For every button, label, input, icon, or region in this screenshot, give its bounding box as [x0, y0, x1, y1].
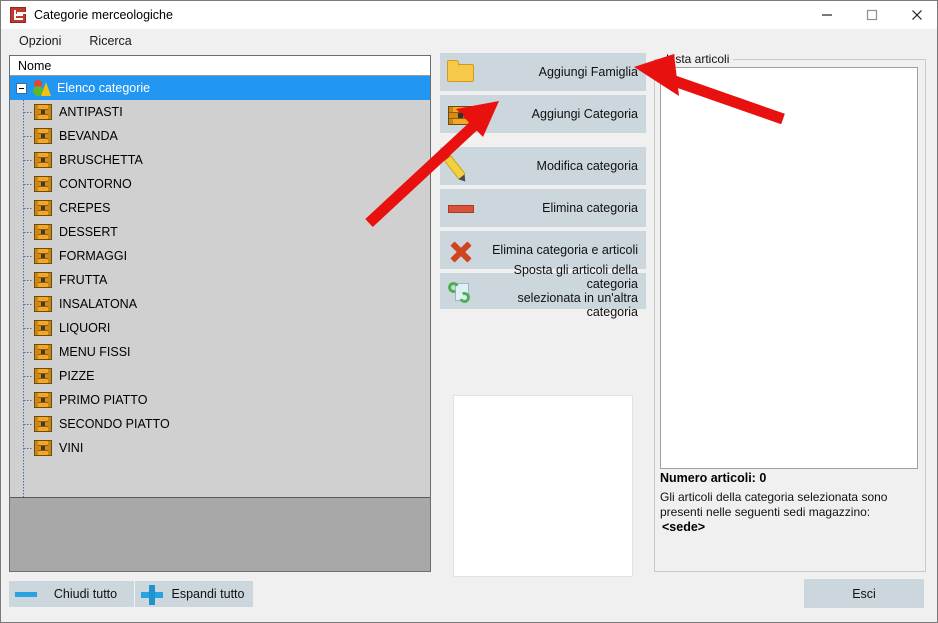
chiudi-tutto-button[interactable]: Chiudi tutto: [9, 581, 134, 607]
tree-item-bevanda[interactable]: BEVANDA: [10, 124, 430, 148]
tree-item-label: PIZZE: [59, 369, 95, 383]
app-icon: [10, 7, 26, 23]
action-button-column: Aggiungi Famiglia Aggiungi Categoria Mod…: [440, 53, 646, 319]
minus-icon: [9, 581, 43, 607]
tree-item-contorno[interactable]: CONTORNO: [10, 172, 430, 196]
red-x-icon: [444, 235, 478, 265]
chest-icon: [444, 99, 478, 129]
tree-item-label: INSALATONA: [59, 297, 138, 311]
esci-button[interactable]: Esci: [804, 579, 924, 608]
tree-item-label: ANTIPASTI: [59, 105, 123, 119]
chiudi-tutto-label: Chiudi tutto: [53, 587, 118, 601]
menu-bar: Opzioni Ricerca: [1, 29, 937, 53]
tree-item-crepes[interactable]: CREPES: [10, 196, 430, 220]
chest-icon: [34, 104, 52, 120]
sedi-description: Gli articoli della categoria selezionata…: [660, 490, 888, 519]
tree-item-label: MENU FISSI: [59, 345, 131, 359]
menu-item-opzioni[interactable]: Opzioni: [15, 32, 71, 50]
chest-icon: [34, 200, 52, 216]
chest-icon: [34, 392, 52, 408]
minimize-icon[interactable]: [804, 1, 849, 29]
chest-icon: [34, 416, 52, 432]
sposta-articoli-line2: selezionata in un'altra categoria: [517, 291, 638, 319]
modifica-categoria-button[interactable]: Modifica categoria: [440, 147, 646, 185]
tree-item-label: CONTORNO: [59, 177, 132, 191]
chest-icon: [34, 344, 52, 360]
chest-icon: [34, 272, 52, 288]
sposta-articoli-label: Sposta gli articoli della categoria sele…: [478, 263, 646, 319]
tree-item-primo-piatto[interactable]: PRIMO PIATTO: [10, 388, 430, 412]
window-controls: [804, 1, 937, 29]
chest-icon: [34, 128, 52, 144]
elimina-categoria-label: Elimina categoria: [542, 201, 638, 215]
sposta-articoli-button[interactable]: Sposta gli articoli della categoria sele…: [440, 263, 646, 319]
application-window: Categorie merceologiche Opzioni Ricerca …: [0, 0, 938, 623]
elimina-categoria-e-articoli-label: Elimina categoria e articoli: [492, 243, 638, 257]
window-title: Categorie merceologiche: [34, 8, 173, 22]
pencil-icon: [443, 151, 478, 181]
sync-icon: [444, 276, 478, 306]
shapes-icon: [33, 80, 51, 96]
tree-item-label: BRUSCHETTA: [59, 153, 143, 167]
tree-item-label: LIQUORI: [59, 321, 111, 335]
maximize-icon[interactable]: [849, 1, 894, 29]
tree-item-secondo-piatto[interactable]: SECONDO PIATTO: [10, 412, 430, 436]
esci-label: Esci: [852, 586, 876, 601]
espandi-tutto-button[interactable]: Espandi tutto: [135, 581, 253, 607]
plus-icon: [135, 581, 169, 607]
chest-icon: [34, 440, 52, 456]
image-preview-box: [453, 395, 633, 577]
espandi-tutto-label: Espandi tutto: [171, 587, 245, 601]
tree-empty-area: [10, 498, 430, 570]
tree-item-label: DESSERT: [59, 225, 118, 239]
numero-articoli-label: Numero articoli: 0: [660, 471, 767, 485]
tree-item-dessert[interactable]: DESSERT: [10, 220, 430, 244]
collapse-expander-icon[interactable]: [16, 82, 27, 94]
modifica-categoria-label: Modifica categoria: [536, 159, 638, 173]
tree-item-label: CREPES: [59, 201, 111, 215]
articoli-list[interactable]: [660, 67, 918, 469]
tree-item-label: FORMAGGI: [59, 249, 128, 263]
aggiungi-famiglia-button[interactable]: Aggiungi Famiglia: [440, 53, 646, 91]
chest-icon: [34, 248, 52, 264]
chest-icon: [34, 176, 52, 192]
tree-item-label: SECONDO PIATTO: [59, 417, 170, 431]
tree-root-item[interactable]: Elenco categorie: [10, 76, 430, 100]
tree-item-menu-fissi[interactable]: MENU FISSI: [10, 340, 430, 364]
tree-item-formaggi[interactable]: FORMAGGI: [10, 244, 430, 268]
tree-item-label: FRUTTA: [59, 273, 108, 287]
chest-icon: [34, 152, 52, 168]
chest-icon: [34, 320, 52, 336]
title-bar: Categorie merceologiche: [1, 1, 937, 29]
tree-item-antipasti[interactable]: ANTIPASTI: [10, 100, 430, 124]
lista-articoli-legend: Lista articoli: [662, 52, 734, 66]
chest-icon: [34, 368, 52, 384]
tree-item-frutta[interactable]: FRUTTA: [10, 268, 430, 292]
chest-icon: [34, 296, 52, 312]
sede-value: <sede>: [662, 520, 706, 534]
tree-item-label: VINI: [59, 441, 84, 455]
button-group-separator: [440, 137, 646, 147]
chest-icon: [34, 224, 52, 240]
tree-column-header: Nome: [10, 56, 430, 76]
tree-item-vini[interactable]: VINI: [10, 436, 430, 460]
close-icon[interactable]: [894, 1, 937, 29]
folder-icon: [444, 57, 478, 87]
aggiungi-categoria-button[interactable]: Aggiungi Categoria: [440, 95, 646, 133]
tree-item-bruschetta[interactable]: BRUSCHETTA: [10, 148, 430, 172]
tree-item-liquori[interactable]: LIQUORI: [10, 316, 430, 340]
tree-root-label: Elenco categorie: [57, 81, 151, 95]
tree-body: Elenco categorie ANTIPASTI BEVANDA BRUSC…: [10, 76, 430, 498]
sposta-articoli-line1: Sposta gli articoli della categoria: [513, 263, 638, 291]
tree-item-pizze[interactable]: PIZZE: [10, 364, 430, 388]
category-tree-panel: Nome Elenco categorie ANTIPASTI BEVANDA: [9, 55, 431, 572]
elimina-categoria-button[interactable]: Elimina categoria: [440, 189, 646, 227]
aggiungi-categoria-label: Aggiungi Categoria: [531, 107, 638, 121]
tree-item-insalatona[interactable]: INSALATONA: [10, 292, 430, 316]
menu-item-ricerca[interactable]: Ricerca: [85, 32, 141, 50]
tree-item-label: PRIMO PIATTO: [59, 393, 148, 407]
tree-item-label: BEVANDA: [59, 129, 118, 143]
red-bar-icon: [444, 193, 478, 223]
aggiungi-famiglia-label: Aggiungi Famiglia: [538, 65, 638, 79]
